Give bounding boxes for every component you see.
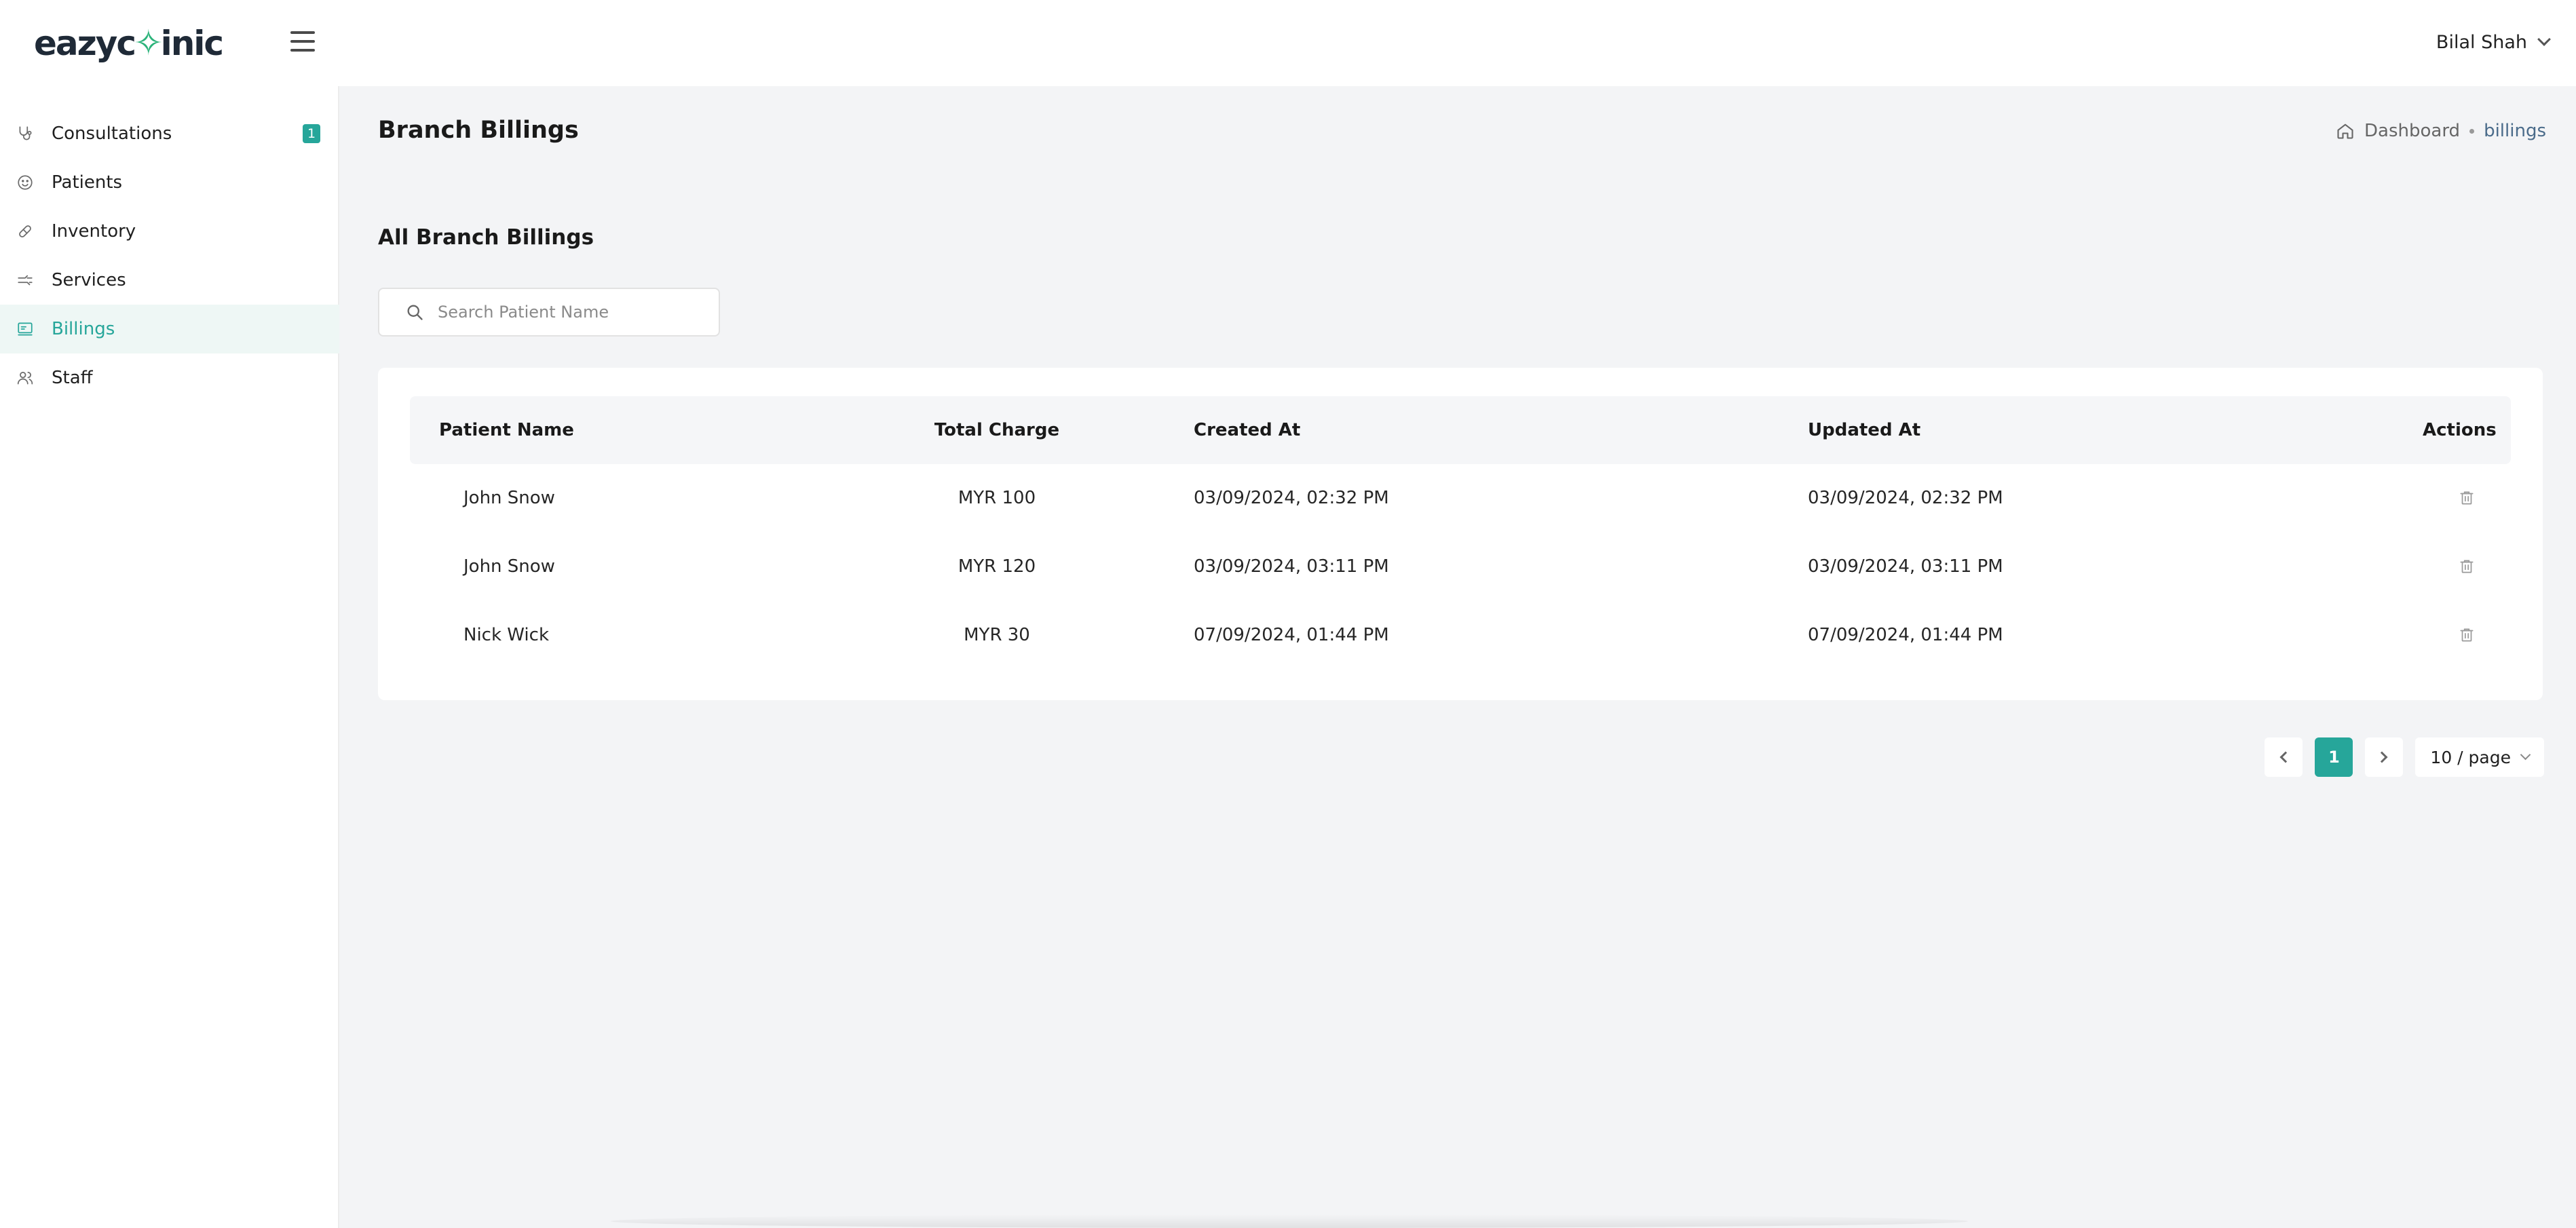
delete-button[interactable] — [2458, 464, 2476, 532]
menu-line — [290, 49, 315, 52]
users-icon — [15, 368, 35, 388]
trash-icon — [2460, 560, 2474, 573]
sidebar-item-label: Consultations — [52, 123, 172, 144]
delete-button[interactable] — [2458, 533, 2476, 600]
column-header-updated-at[interactable]: Updated At — [1808, 396, 1920, 464]
page-size-select[interactable]: 10 / page — [2415, 737, 2544, 777]
next-page-button[interactable] — [2365, 737, 2404, 777]
consultations-badge: 1 — [303, 124, 320, 143]
table-header: Patient Name Total Charge Created At Upd… — [410, 396, 2511, 464]
top-header: eazyc ✧ inic Bilal Shah — [0, 0, 2576, 86]
menu-toggle-icon[interactable] — [290, 31, 315, 52]
sidebar-item-services[interactable]: Services — [0, 256, 339, 305]
cell-updated-at: 07/09/2024, 01:44 PM — [1808, 625, 2003, 645]
pagination: 1 10 / page — [2265, 737, 2544, 777]
chevron-left-icon — [2279, 751, 2292, 763]
sidebar-item-billings[interactable]: Billings — [0, 305, 339, 353]
sidebar-item-inventory[interactable]: Inventory — [0, 207, 339, 256]
sidebar-item-label: Inventory — [52, 221, 136, 242]
sidebar-item-label: Patients — [52, 172, 123, 193]
column-header-total-charge[interactable]: Total Charge — [905, 396, 1088, 464]
billings-table: Patient Name Total Charge Created At Upd… — [378, 368, 2543, 700]
app-root: eazyc ✧ inic Bilal Shah Consultations 1 — [0, 0, 2576, 1228]
chevron-down-icon — [2520, 749, 2531, 760]
logo-text-left: eazyc — [34, 24, 136, 63]
cell-total-charge: MYR 30 — [964, 625, 1030, 645]
prev-page-button[interactable] — [2265, 737, 2303, 777]
cell-created-at: 03/09/2024, 03:11 PM — [1194, 556, 1389, 577]
pill-icon — [15, 221, 35, 242]
services-icon — [15, 270, 35, 290]
logo-mark-icon: ✧ — [133, 23, 164, 64]
billing-icon — [15, 319, 35, 339]
trash-icon — [2460, 628, 2474, 642]
cell-updated-at: 03/09/2024, 02:32 PM — [1808, 488, 2003, 508]
page-title: Branch Billings — [378, 117, 579, 144]
cell-patient-name: John Snow — [463, 556, 555, 577]
chevron-right-icon — [2376, 751, 2388, 763]
table-row: John Snow MYR 100 03/09/2024, 02:32 PM 0… — [410, 464, 2511, 532]
stethoscope-icon — [15, 123, 35, 144]
sidebar-item-staff[interactable]: Staff — [0, 353, 339, 402]
column-header-patient-name[interactable]: Patient Name — [439, 396, 574, 464]
search-box — [378, 288, 720, 337]
user-name: Bilal Shah — [2436, 31, 2527, 53]
delete-button[interactable] — [2458, 601, 2476, 669]
breadcrumb-dashboard-link[interactable]: Dashboard — [2364, 121, 2460, 141]
cell-patient-name: John Snow — [463, 488, 555, 508]
cell-created-at: 03/09/2024, 02:32 PM — [1194, 488, 1389, 508]
search-icon — [407, 305, 423, 320]
sidebar-item-label: Services — [52, 270, 126, 290]
logo-text-right: inic — [160, 24, 225, 63]
sidebar-item-label: Staff — [52, 368, 93, 388]
bottom-shadow — [611, 1214, 1968, 1228]
table-row: Nick Wick MYR 30 07/09/2024, 01:44 PM 07… — [410, 601, 2511, 669]
page-size-value: 10 / page — [2430, 747, 2511, 767]
trash-icon — [2460, 491, 2474, 505]
search-patient-input[interactable] — [438, 303, 696, 322]
cell-total-charge: MYR 120 — [958, 556, 1036, 577]
page-button-1[interactable]: 1 — [2315, 737, 2353, 777]
column-header-actions: Actions — [2423, 420, 2497, 440]
logo[interactable]: eazyc ✧ inic — [34, 23, 225, 64]
cell-created-at: 07/09/2024, 01:44 PM — [1194, 625, 1389, 645]
breadcrumb: Dashboard billings — [2336, 121, 2546, 141]
smiley-icon — [15, 172, 35, 193]
breadcrumb-separator — [2469, 128, 2475, 134]
cell-patient-name: Nick Wick — [463, 625, 550, 645]
sidebar: Consultations 1 Patients Inventory Servi… — [0, 86, 339, 1228]
column-header-created-at[interactable]: Created At — [1194, 396, 1300, 464]
sidebar-item-label: Billings — [52, 319, 115, 339]
breadcrumb-current: billings — [2484, 121, 2546, 141]
section-title: All Branch Billings — [378, 225, 594, 250]
cell-updated-at: 03/09/2024, 03:11 PM — [1808, 556, 2003, 577]
chevron-down-icon — [2537, 33, 2551, 46]
sidebar-item-consultations[interactable]: Consultations 1 — [0, 109, 339, 158]
table-row: John Snow MYR 120 03/09/2024, 03:11 PM 0… — [410, 533, 2511, 600]
user-menu[interactable]: Bilal Shah — [2436, 27, 2551, 57]
cell-total-charge: MYR 100 — [958, 488, 1036, 508]
sidebar-item-patients[interactable]: Patients — [0, 158, 339, 207]
menu-line — [290, 40, 315, 43]
menu-line — [290, 31, 315, 34]
home-icon — [2337, 123, 2353, 139]
